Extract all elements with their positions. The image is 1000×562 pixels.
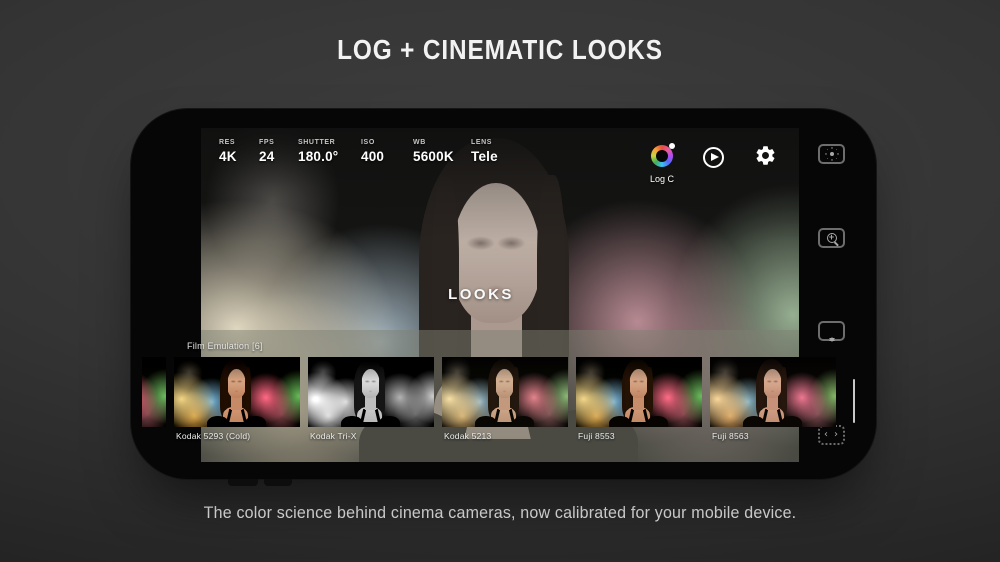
setting-value: 180.0° xyxy=(298,149,361,164)
phone-side-button xyxy=(228,479,258,486)
thumbnail-photo xyxy=(576,357,702,427)
film-thumbnail[interactable]: Kodak Tri-X xyxy=(308,357,434,441)
zoom-magnifier-icon[interactable]: + xyxy=(818,228,845,248)
exposure-frame-icon[interactable] xyxy=(818,144,845,164)
thumbnail-photo xyxy=(308,357,434,427)
phone-side-button xyxy=(264,479,292,486)
film-thumbnail[interactable]: Fuji 8553 xyxy=(576,357,702,441)
setting-label: WB xyxy=(413,139,471,146)
setting-label: LENS xyxy=(471,139,498,146)
thumbnail-photo xyxy=(174,357,300,427)
film-panel-header: Film Emulation [6] xyxy=(187,341,263,351)
film-thumbnail[interactable]: Kodak 5213 xyxy=(442,357,568,441)
setting-wb[interactable]: WB 5600K xyxy=(413,139,471,164)
film-strip-scrollbar[interactable] xyxy=(853,379,855,423)
sun-glyph xyxy=(830,152,834,156)
setting-iso[interactable]: ISO 400 xyxy=(361,139,413,164)
vertical-adjust-icon[interactable] xyxy=(818,321,845,341)
setting-label: ISO xyxy=(361,139,413,146)
thumbnail-photo xyxy=(710,357,836,427)
film-thumbnail-label: Fuji 8553 xyxy=(576,431,702,441)
looks-overlay-label: LOOKS xyxy=(201,286,761,303)
play-icon[interactable] xyxy=(703,147,724,168)
photo-top-shade xyxy=(710,357,836,427)
camera-settings-bar: RES 4K FPS 24 SHUTTER 180.0° ISO 400 WB xyxy=(219,139,498,164)
film-thumbnail-label: Kodak 5213 xyxy=(442,431,568,441)
setting-lens[interactable]: LENS Tele xyxy=(471,139,498,164)
film-thumbnail-strip[interactable]: Kodak 5293 (Cold) Kodak Tri-X Kodak 5213 xyxy=(142,357,836,441)
film-thumbnail-label: Fuji 8563 xyxy=(710,431,836,441)
color-wheel-icon[interactable] xyxy=(651,145,673,167)
photo-top-shade xyxy=(174,357,300,427)
page-caption: The color science behind cinema cameras,… xyxy=(15,504,985,523)
promo-page: LOG + CINEMATIC LOOKS RES 4K FPS 24 xyxy=(0,0,1000,562)
film-thumbnail-partial[interactable] xyxy=(142,357,166,441)
setting-value: 24 xyxy=(259,149,298,164)
setting-fps[interactable]: FPS 24 xyxy=(259,139,298,164)
setting-shutter[interactable]: SHUTTER 180.0° xyxy=(298,139,361,164)
film-thumbnail[interactable]: Fuji 8563 xyxy=(710,357,836,441)
film-thumbnail[interactable]: Kodak 5293 (Cold) xyxy=(174,357,300,441)
setting-value: Tele xyxy=(471,149,498,164)
magnifier-glyph: + xyxy=(827,233,837,243)
setting-label: FPS xyxy=(259,139,298,146)
photo-top-shade xyxy=(576,357,702,427)
setting-label: RES xyxy=(219,139,259,146)
film-thumbnail-label: Kodak 5293 (Cold) xyxy=(174,431,300,441)
photo-top-shade xyxy=(308,357,434,427)
page-title: LOG + CINEMATIC LOOKS xyxy=(65,34,935,66)
color-profile-label: Log C xyxy=(637,174,687,184)
setting-value: 400 xyxy=(361,149,413,164)
setting-value: 5600K xyxy=(413,149,471,164)
photo-top-shade xyxy=(142,357,166,427)
gear-icon[interactable] xyxy=(754,144,777,167)
thumbnail-photo xyxy=(442,357,568,427)
setting-resolution[interactable]: RES 4K xyxy=(219,139,259,164)
chevrons-glyph xyxy=(829,320,835,342)
setting-label: SHUTTER xyxy=(298,139,361,146)
photo-top-shade xyxy=(442,357,568,427)
thumbnail-photo xyxy=(142,357,166,427)
film-thumbnail-label: Kodak Tri-X xyxy=(308,431,434,441)
setting-value: 4K xyxy=(219,149,259,164)
